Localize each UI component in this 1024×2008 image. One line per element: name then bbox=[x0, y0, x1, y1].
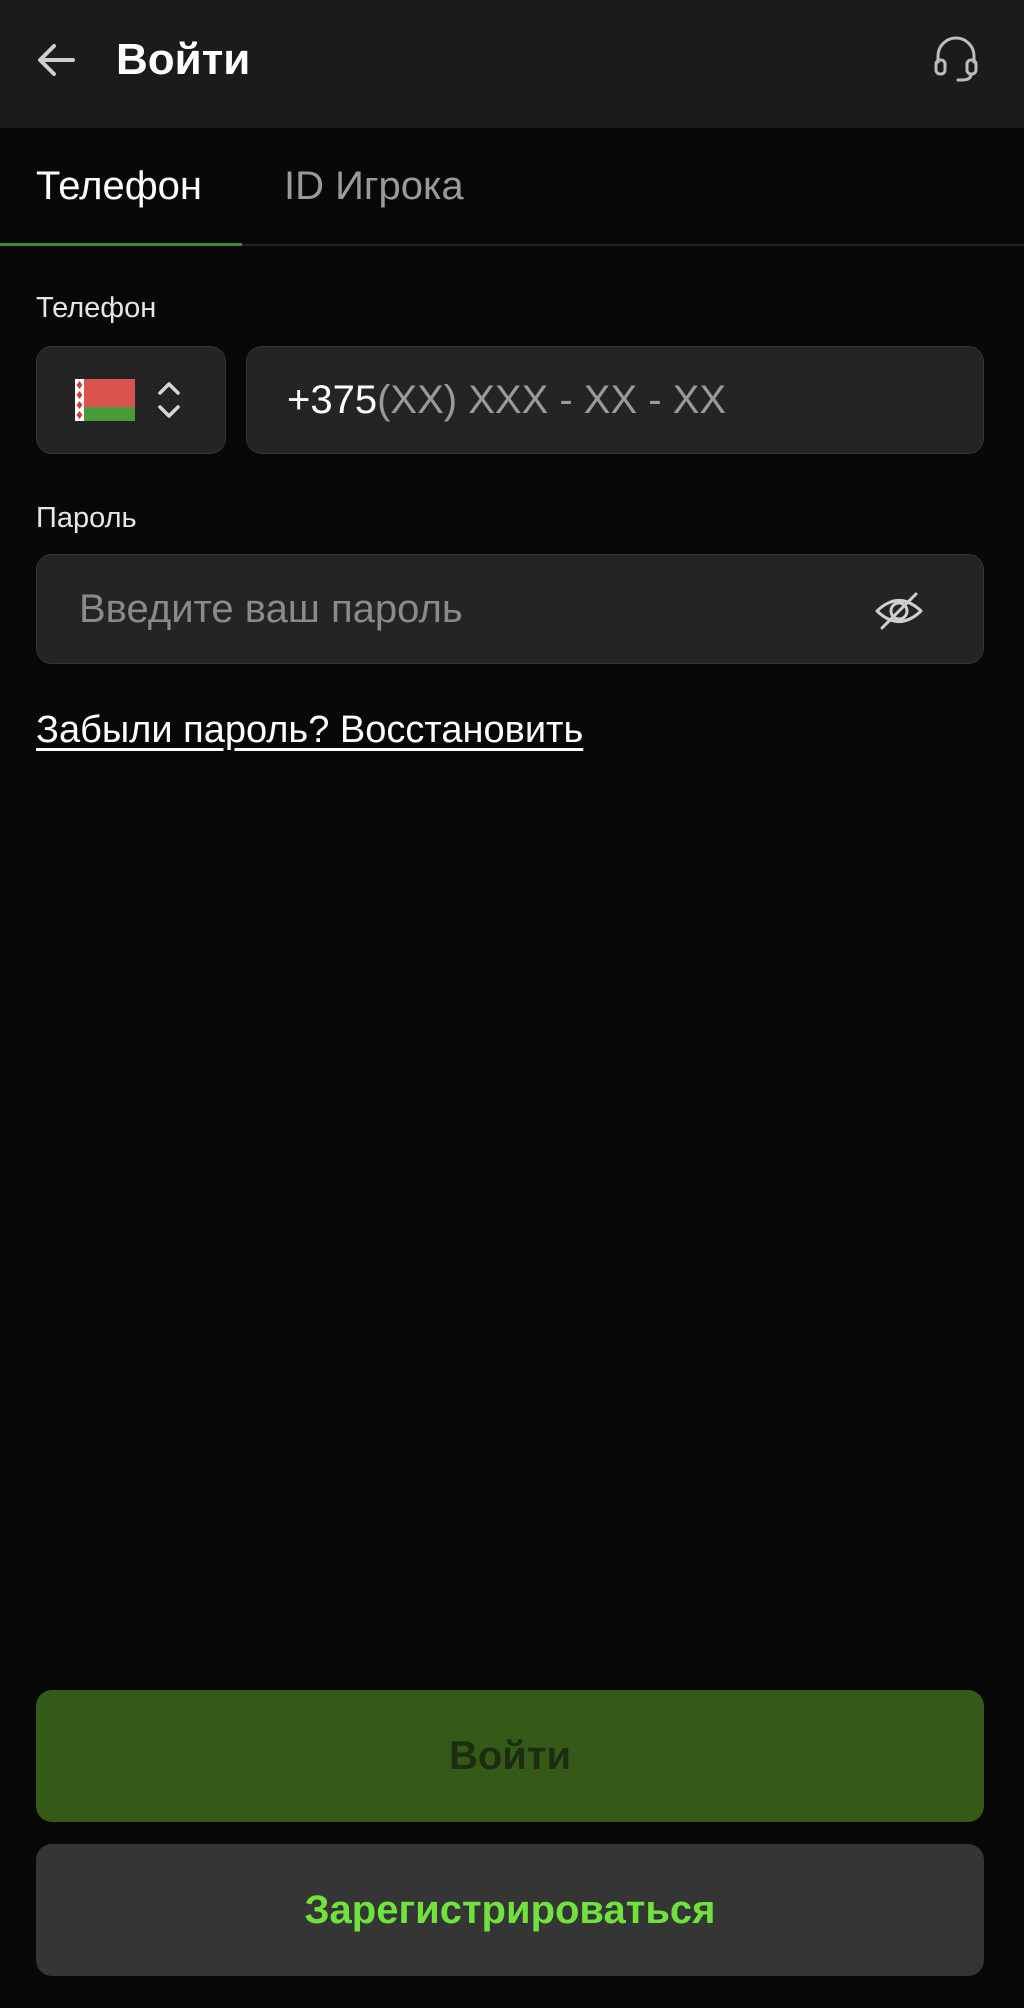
forgot-password-link[interactable]: Забыли пароль? Восстановить bbox=[36, 706, 583, 754]
login-button[interactable]: Войти bbox=[36, 1690, 984, 1822]
tab-phone[interactable]: Телефон bbox=[0, 128, 242, 246]
tab-player-id[interactable]: ID Игрока bbox=[284, 128, 464, 244]
toggle-password-visibility-button[interactable] bbox=[870, 582, 928, 640]
back-button[interactable] bbox=[30, 34, 82, 86]
page-title: Войти bbox=[116, 35, 251, 84]
chevron-up-down-icon bbox=[158, 382, 180, 418]
password-label: Пароль bbox=[36, 502, 137, 534]
register-button[interactable]: Зарегистрироваться bbox=[36, 1844, 984, 1976]
arrow-left-icon bbox=[38, 44, 75, 76]
login-method-tabs: Телефон ID Игрока bbox=[0, 128, 1024, 246]
phone-mask-placeholder: (XX) XXX - XX - XX bbox=[377, 377, 727, 422]
app-header: Войти bbox=[0, 0, 1024, 128]
support-button[interactable] bbox=[928, 30, 984, 86]
country-code-select[interactable] bbox=[36, 346, 226, 454]
belarus-flag-icon bbox=[75, 379, 135, 421]
password-input[interactable]: Введите ваш пароль bbox=[36, 554, 984, 664]
phone-prefix: +375 bbox=[287, 377, 378, 422]
headset-icon bbox=[934, 36, 978, 82]
eye-off-icon bbox=[875, 592, 923, 630]
phone-label: Телефон bbox=[36, 292, 157, 324]
phone-input[interactable]: +375 (XX) XXX - XX - XX bbox=[246, 346, 984, 454]
